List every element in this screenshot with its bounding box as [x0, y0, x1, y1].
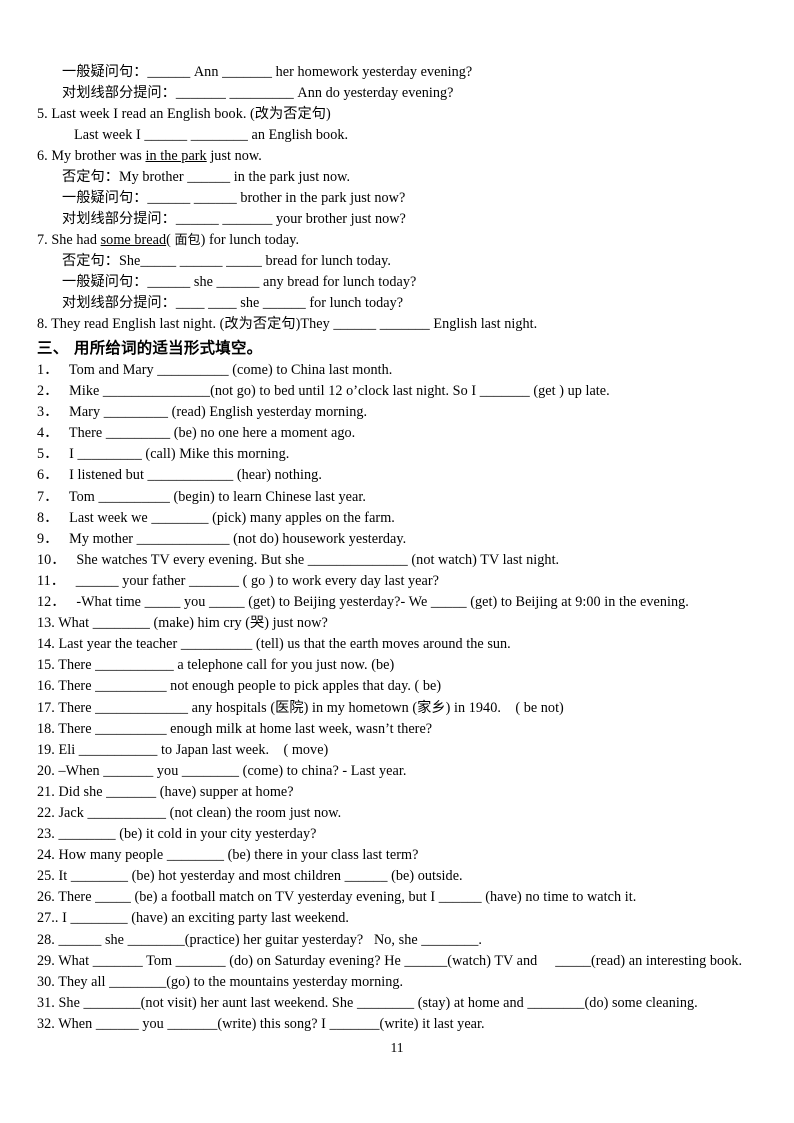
- fill-blank-item-3: 3． Mary _________ (read) English yesterd…: [37, 404, 368, 421]
- fill-blank-item-30: 30. They all ________(go) to the mountai…: [37, 973, 404, 990]
- fill-blank-item-20: 20. –When _______ you ________ (come) to…: [37, 762, 407, 779]
- question-line: 一般疑问句：______ Ann _______ her homework ye…: [62, 64, 473, 80]
- fill-blank-item-17: 17. There _____________ any hospitals (医…: [37, 699, 564, 716]
- q6-underlined-phrase: in the park: [145, 148, 207, 164]
- fill-blank-item-22: 22. Jack ___________ (not clean) the roo…: [37, 804, 342, 821]
- worksheet-page: 一般疑问句：______ Ann _______ her homework ye…: [0, 0, 794, 1123]
- fill-blank-item-24: 24. How many people ________ (be) there …: [37, 847, 419, 864]
- question-line: 一般疑问句：______ ______ brother in the park …: [62, 190, 406, 206]
- fill-blank-item-16: 16. There __________ not enough people t…: [37, 678, 442, 695]
- fill-blank-item-25: 25. It ________ (be) hot yesterday and m…: [37, 868, 463, 885]
- q6-suffix: just now.: [206, 148, 262, 164]
- section-three-items: 1． Tom and Mary __________ (come) to Chi…: [37, 360, 744, 1035]
- section-three-heading: 三、 用所给词的适当形式填空。: [37, 339, 263, 357]
- question-line: 否定句：She_____ ______ _____ bread for lunc…: [62, 253, 391, 269]
- fill-blank-item-9: 9． My mother _____________ (not do) hous…: [37, 530, 407, 547]
- fill-blank-item-31: 31. She ________(not visit) her aunt las…: [37, 994, 698, 1011]
- fill-blank-item-14: 14. Last year the teacher __________ (te…: [37, 636, 511, 653]
- fill-blank-item-5: 5． I _________ (call) Mike this morning.: [37, 446, 290, 463]
- fill-blank-item-26: 26. There _____ (be) a football match on…: [37, 889, 637, 906]
- question-line: Last week I ______ ________ an English b…: [74, 127, 349, 143]
- fill-blank-item-23: 23. ________ (be) it cold in your city y…: [37, 826, 317, 843]
- question-line: 一般疑问句：______ she ______ any bread for lu…: [62, 274, 417, 290]
- question-item-7: 7. She had some bread( 面包) for lunch tod…: [37, 230, 744, 251]
- q7-suffix: ( 面包) for lunch today.: [166, 232, 300, 248]
- fill-blank-item-6: 6． I listened but ____________ (hear) no…: [37, 467, 322, 484]
- fill-blank-item-2: 2． Mike _______________(not go) to bed u…: [37, 383, 610, 400]
- fill-blank-item-13: 13. What ________ (make) him cry (哭) jus…: [37, 615, 328, 632]
- question-line: 对划线部分提问：_______ _________ Ann do yesterd…: [62, 85, 454, 101]
- fill-blank-item-1: 1． Tom and Mary __________ (come) to Chi…: [37, 362, 393, 378]
- fill-blank-item-15: 15. There ___________ a telephone call f…: [37, 657, 395, 674]
- fill-blank-item-32: 32. When ______ you _______(write) this …: [37, 1015, 485, 1032]
- fill-blank-item-28: 28. ______ she ________(practice) her gu…: [37, 931, 483, 948]
- q7-prefix: 7. She had: [37, 232, 101, 248]
- question-line: 对划线部分提问：____ ____ she ______ for lunch t…: [62, 295, 404, 311]
- fill-blank-item-8: 8． Last week we ________ (pick) many app…: [37, 509, 395, 526]
- fill-blank-item-18: 18. There __________ enough milk at home…: [37, 720, 433, 737]
- question-item-6: 6. My brother was in the park just now.: [37, 146, 744, 167]
- question-line: 否定句：My brother ______ in the park just n…: [62, 169, 351, 185]
- fill-blank-item-12: 12． -What time _____ you _____ (get) to …: [37, 594, 689, 611]
- fill-blank-item-11: 11． ______ your father _______ ( go ) to…: [37, 572, 439, 589]
- fill-blank-item-21: 21. Did she _______ (have) supper at hom…: [37, 783, 294, 800]
- fill-blank-item-29: 29. What _______ Tom _______ (do) on Sat…: [37, 952, 743, 969]
- section-two-remaining-questions: 一般疑问句：______ Ann _______ her homework ye…: [37, 62, 744, 335]
- question-item-5: 5. Last week I read an English book. (改为…: [37, 106, 331, 122]
- question-item-8: 8. They read English last night. (改为否定句)…: [37, 316, 538, 332]
- fill-blank-item-10: 10． She watches TV every evening. But sh…: [37, 551, 560, 568]
- page-number: 11: [390, 1040, 404, 1055]
- q7-underlined-phrase: some bread: [100, 232, 167, 248]
- fill-blank-item-7: 7． Tom __________ (begin) to learn Chine…: [37, 488, 366, 505]
- fill-blank-item-27: 27.. I ________ (have) an exciting party…: [37, 910, 349, 927]
- fill-blank-item-4: 4． There _________ (be) no one here a mo…: [37, 425, 356, 442]
- q6-prefix: 6. My brother was: [37, 148, 146, 164]
- question-line: 对划线部分提问：______ _______ your brother just…: [62, 211, 406, 227]
- fill-blank-item-19: 19. Eli ___________ to Japan last week. …: [37, 741, 329, 758]
